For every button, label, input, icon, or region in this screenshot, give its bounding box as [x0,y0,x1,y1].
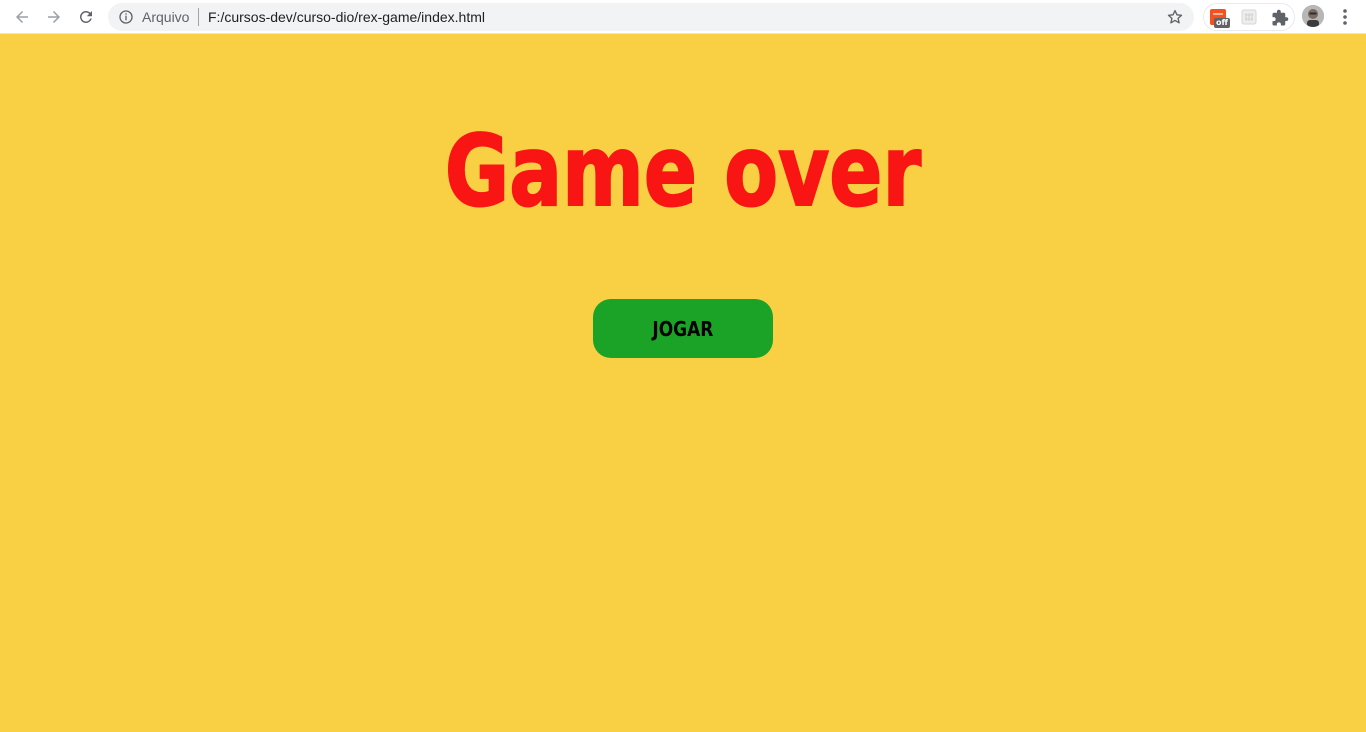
star-icon[interactable] [1166,8,1184,26]
puzzle-icon[interactable] [1271,9,1289,27]
play-button-label: JOGAR [652,316,714,341]
extensions-area: off [1203,3,1295,31]
kebab-menu-icon[interactable] [1336,7,1354,27]
address-divider [198,8,199,26]
forward-button[interactable] [41,4,67,30]
scheme-label: Arquivo [142,9,190,25]
extension-grid-icon[interactable] [1241,9,1257,25]
profile-avatar-icon [1302,5,1324,27]
reload-icon [79,10,92,23]
browser-toolbar: Arquivo F:/cursos-dev/curso-dio/rex-game… [0,0,1366,34]
profile-avatar[interactable] [1302,5,1324,27]
play-button[interactable]: JOGAR [593,299,773,358]
url-text[interactable]: F:/cursos-dev/curso-dio/rex-game/index.h… [208,9,485,25]
arrow-right-icon [48,11,60,23]
game-over-title: Game over [444,114,922,230]
arrow-left-icon [16,11,28,23]
game-page: Game over JOGAR [0,34,1366,732]
back-button[interactable] [9,4,35,30]
address-bar[interactable]: Arquivo F:/cursos-dev/curso-dio/rex-game… [108,3,1194,31]
reload-button[interactable] [73,4,99,30]
extension-badge: off [1214,18,1230,28]
info-icon[interactable] [118,9,134,25]
